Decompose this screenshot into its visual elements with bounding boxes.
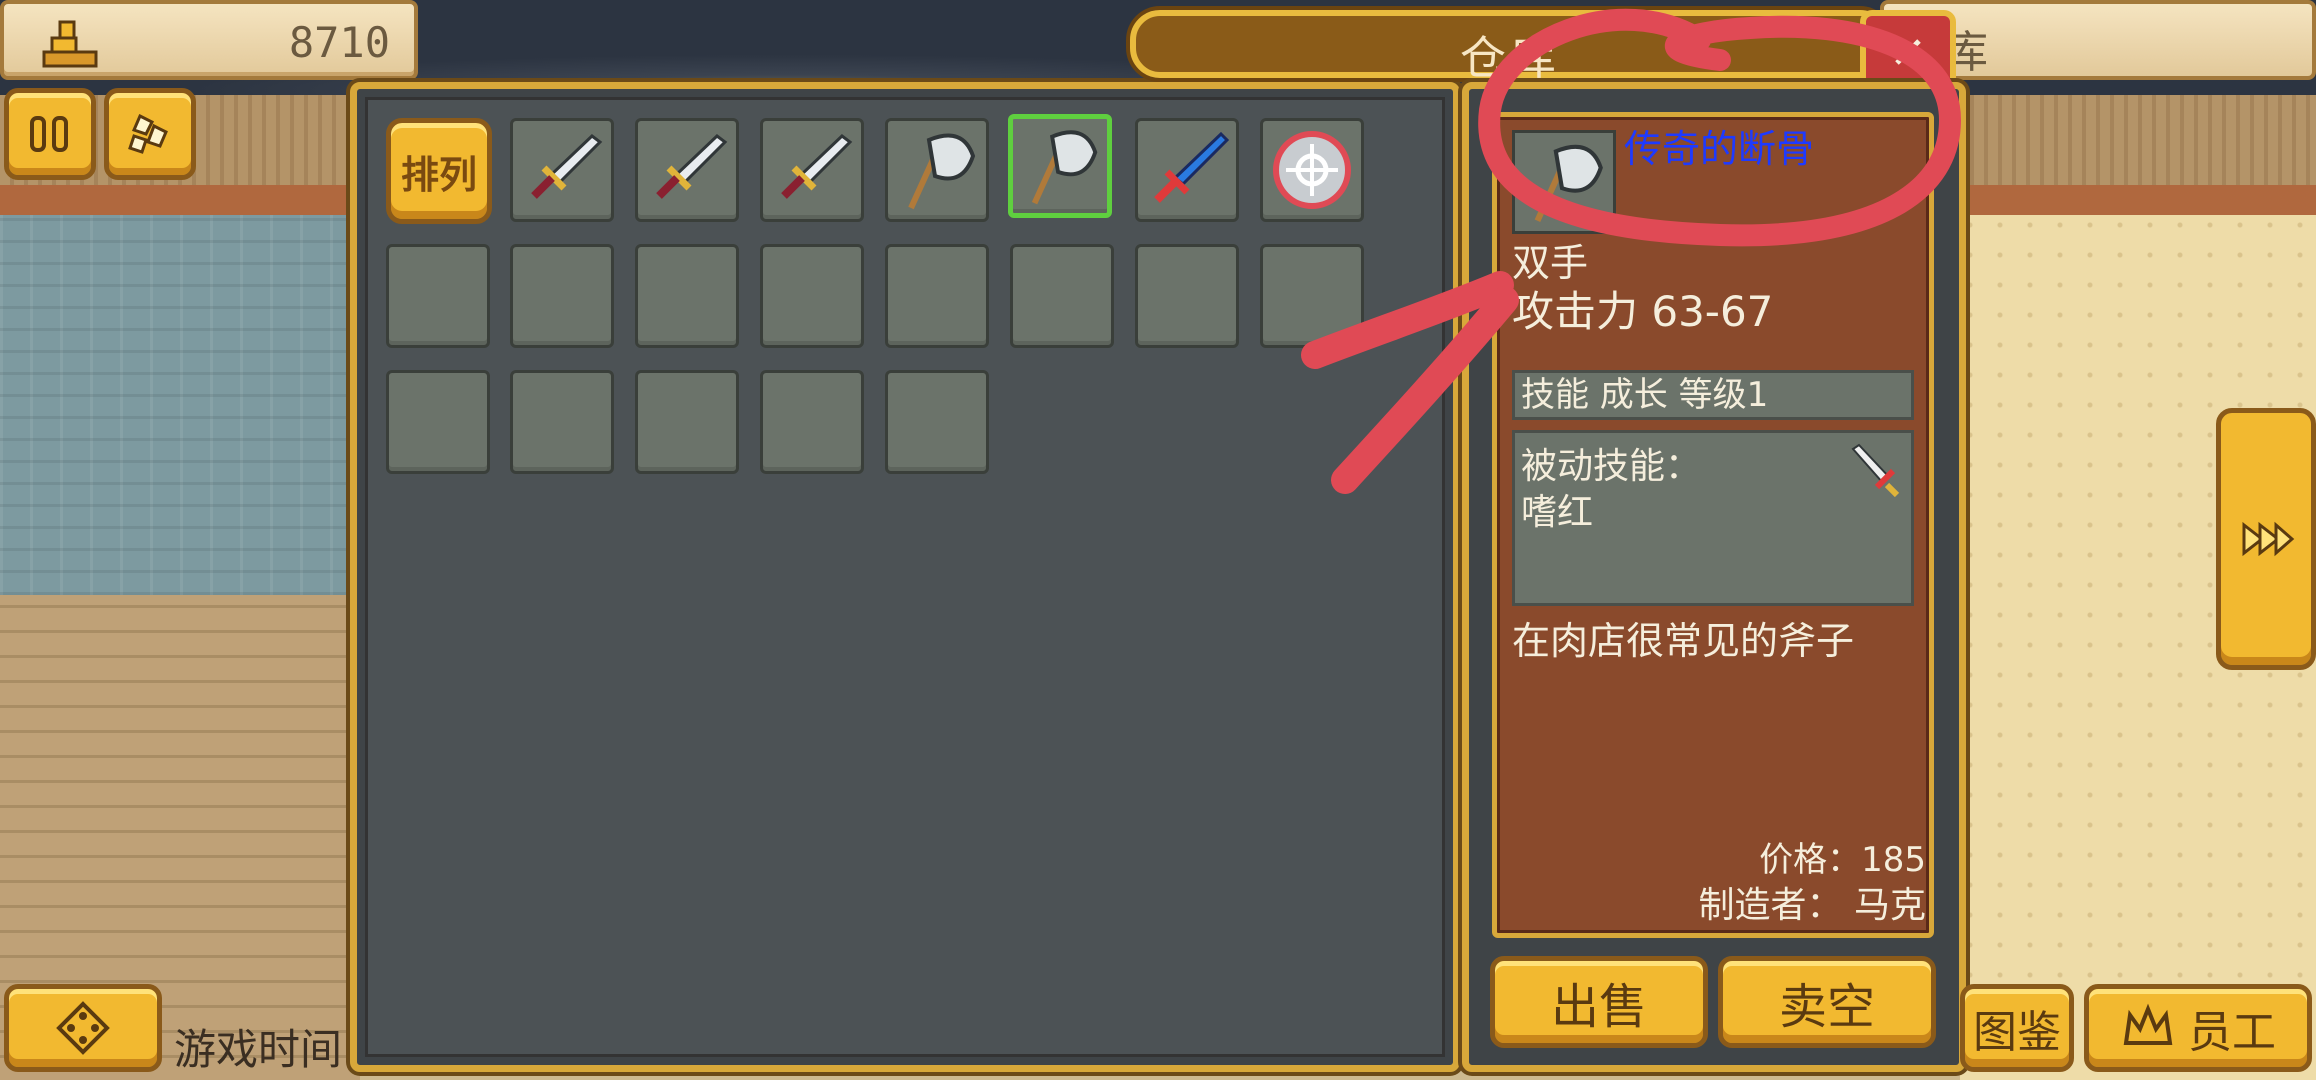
- close-icon: [1895, 39, 1921, 65]
- empty-slot[interactable]: [386, 244, 490, 348]
- blue-sword-icon: [1154, 131, 1230, 203]
- empty-slot[interactable]: [510, 244, 614, 348]
- skill-name: 嗜红: [1521, 492, 1594, 533]
- empty-slot[interactable]: [760, 244, 864, 348]
- inventory-slot[interactable]: [885, 118, 989, 222]
- inventory-slot-selected[interactable]: [1008, 114, 1112, 218]
- move-button[interactable]: [4, 984, 162, 1072]
- empty-slot[interactable]: [885, 370, 989, 474]
- sort-button[interactable]: 排列: [386, 118, 492, 224]
- warehouse-grid-area: [365, 97, 1445, 1057]
- item-attack: 攻击力 63-67: [1512, 287, 1774, 336]
- empty-slot[interactable]: [635, 244, 739, 348]
- pause-button[interactable]: [4, 88, 96, 180]
- staff-button[interactable]: 员工: [2084, 984, 2312, 1072]
- sword-icon: [531, 134, 603, 199]
- detail-item-icon: [1512, 130, 1616, 234]
- stone-wall: [0, 215, 360, 595]
- crown-icon: [2123, 1003, 2173, 1045]
- round-shield-icon: [1273, 131, 1351, 209]
- expand-arrow-button[interactable]: [2216, 408, 2316, 670]
- materials-button[interactable]: [104, 88, 196, 180]
- money-value: 8710: [288, 18, 390, 67]
- warehouse-panel: [350, 82, 1460, 1072]
- dpad-icon: [56, 1001, 110, 1055]
- empty-slot[interactable]: [1260, 244, 1364, 348]
- sell-all-button[interactable]: 卖空: [1718, 956, 1936, 1048]
- axe-icon: [1534, 144, 1603, 223]
- sword-icon: [656, 134, 728, 199]
- empty-slot[interactable]: [635, 370, 739, 474]
- item-description: 在肉店很常见的斧子: [1512, 619, 1855, 663]
- inventory-slot[interactable]: [635, 118, 739, 222]
- empty-slot[interactable]: [1010, 244, 1114, 348]
- skill-header: 技能 成长 等级1: [1512, 370, 1914, 420]
- gems-icon: [128, 113, 168, 154]
- skill-label: 被动技能：: [1521, 446, 1702, 487]
- warehouse-title-bar: 仓库: [1130, 10, 1890, 85]
- skill-box: 被动技能： 嗜红: [1512, 430, 1914, 606]
- inventory-slot[interactable]: [1260, 118, 1364, 222]
- axe-icon: [908, 133, 976, 210]
- sell-button[interactable]: 出售: [1490, 956, 1708, 1048]
- inventory-slot[interactable]: [1135, 118, 1239, 222]
- money-display: 8710: [0, 0, 418, 80]
- pause-icon: [30, 116, 68, 152]
- empty-slot[interactable]: [760, 370, 864, 474]
- axe-icon: [1031, 130, 1098, 205]
- gold-stack-icon: [42, 20, 98, 68]
- encyclopedia-label: 图鉴: [1973, 1007, 2061, 1058]
- skill-sword-icon: [1851, 443, 1900, 497]
- game-time-label: 游戏时间: [174, 1025, 343, 1074]
- warehouse-title: 仓库: [1460, 31, 1560, 85]
- wall-trim-right: [1960, 185, 2316, 215]
- wall-trim-left: [0, 185, 360, 215]
- empty-slot[interactable]: [510, 370, 614, 474]
- encyclopedia-button[interactable]: 图鉴: [1960, 984, 2074, 1072]
- staff-label: 员工: [2188, 1007, 2276, 1058]
- empty-slot[interactable]: [1135, 244, 1239, 348]
- item-name: 传奇的断骨: [1624, 127, 1815, 171]
- item-price: 价格：185: [1759, 840, 1926, 880]
- inventory-slot[interactable]: [760, 118, 864, 222]
- double-chevron-right-icon: [2242, 521, 2295, 557]
- inventory-slot[interactable]: [510, 118, 614, 222]
- sword-icon: [781, 134, 853, 199]
- item-maker: 制造者： 马克: [1698, 885, 1926, 926]
- empty-slot[interactable]: [386, 370, 490, 474]
- empty-slot[interactable]: [885, 244, 989, 348]
